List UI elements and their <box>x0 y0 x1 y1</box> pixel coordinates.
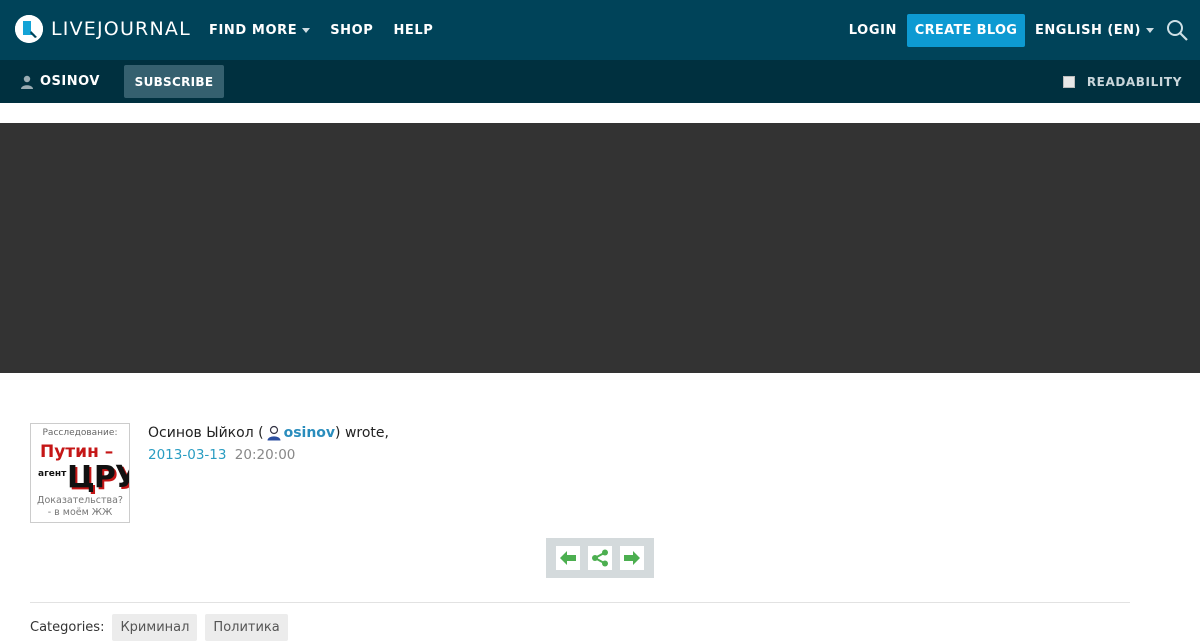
create-blog-button[interactable]: CREATE BLOG <box>907 13 1026 47</box>
avatar-text-line5: Доказательства? <box>37 495 123 506</box>
login-link[interactable]: LOGIN <box>849 23 897 38</box>
header-actions: LOGIN CREATE BLOG ENGLISH (EN) <box>849 0 1188 60</box>
livejournal-logo[interactable]: LIVEJOURNAL <box>15 15 191 43</box>
top-navigation-bar: LIVEJOURNAL FIND MORE SHOP HELP LOGIN CR… <box>0 0 1200 60</box>
logo-text: LIVEJOURNAL <box>51 18 191 40</box>
author-username-link[interactable]: osinov <box>284 425 335 441</box>
language-selector[interactable]: ENGLISH (EN) <box>1035 23 1154 38</box>
section-divider <box>30 602 1130 603</box>
journal-user-link[interactable]: OSINOV <box>20 60 100 103</box>
nav-find-more[interactable]: FIND MORE <box>209 22 311 38</box>
share-button[interactable] <box>588 546 612 570</box>
readability-checkbox[interactable] <box>1062 75 1075 88</box>
next-post-button[interactable] <box>620 546 644 570</box>
nav-help[interactable]: HELP <box>393 23 433 38</box>
readability-label: READABILITY <box>1086 74 1182 89</box>
categories-label: Categories: <box>30 620 105 635</box>
nav-shop-label: SHOP <box>330 22 374 38</box>
category-tag[interactable]: Политика <box>205 614 288 641</box>
category-tag[interactable]: Криминал <box>112 614 198 641</box>
avatar-text-line1: Расследование: <box>42 428 118 438</box>
user-head-icon[interactable] <box>266 425 282 441</box>
author-avatar[interactable]: Расследование: Путин – агент ЦРУ Доказат… <box>30 423 130 523</box>
journal-header-banner <box>0 123 1200 373</box>
nav-shop[interactable]: SHOP <box>330 23 373 38</box>
previous-post-button[interactable] <box>556 546 580 570</box>
post-date-link[interactable]: 2013-03-13 <box>148 447 226 463</box>
arrow-right-icon <box>624 551 640 565</box>
main-nav: FIND MORE SHOP HELP <box>209 0 453 60</box>
logo-pencil-icon <box>15 15 43 43</box>
author-wrote-text: ) wrote, <box>335 425 389 441</box>
avatar-text-line6: - в моём ЖЖ <box>47 507 113 518</box>
user-icon <box>21 75 33 89</box>
post-dateline: 2013-03-13 20:20:00 <box>148 447 295 463</box>
journal-username: OSINOV <box>40 74 100 89</box>
avatar-text-line3: агент <box>38 469 67 479</box>
language-label: ENGLISH (EN) <box>1035 22 1141 38</box>
journal-subbar: OSINOV SUBSCRIBE READABILITY <box>0 60 1200 103</box>
author-name: Осинов Ыйкол ( <box>148 425 264 441</box>
nav-find-more-label: FIND MORE <box>209 22 298 38</box>
chevron-down-icon <box>302 27 311 33</box>
nav-help-label: HELP <box>393 22 434 38</box>
post-navigation <box>546 538 654 578</box>
subscribe-button[interactable]: SUBSCRIBE <box>124 65 224 98</box>
chevron-down-icon <box>1146 27 1154 33</box>
arrow-left-icon <box>560 551 576 565</box>
search-icon[interactable] <box>1166 19 1188 41</box>
avatar-text-line4: ЦРУ <box>67 460 130 495</box>
readability-toggle[interactable]: READABILITY <box>1062 60 1182 103</box>
post-time: 20:20:00 <box>234 447 296 463</box>
post-categories: Categories: Криминал Политика <box>30 614 296 641</box>
post-author-line: Осинов Ыйкол ( osinov ) wrote, <box>148 425 389 441</box>
avatar-text-line2: Путин – <box>40 442 114 462</box>
share-icon <box>592 549 608 567</box>
